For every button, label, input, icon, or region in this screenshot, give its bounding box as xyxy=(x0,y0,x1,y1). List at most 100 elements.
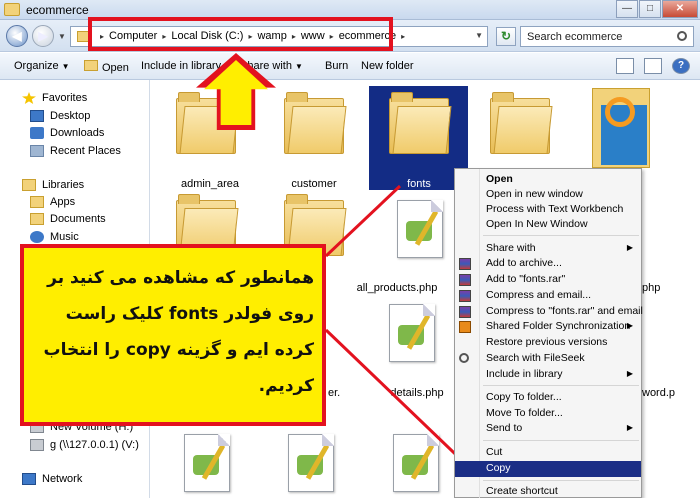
star-icon xyxy=(22,92,36,104)
folder-item[interactable] xyxy=(476,86,572,166)
nav-network-label: Network xyxy=(42,473,83,485)
menu-send-to[interactable]: Send to ▶ xyxy=(455,421,641,437)
folder-icon xyxy=(84,60,98,71)
menu-label: Move To folder... xyxy=(486,407,563,419)
nav-favorites-label: Favorites xyxy=(42,92,88,104)
folder-fonts[interactable]: fonts xyxy=(371,86,467,194)
nav-apps[interactable]: Apps xyxy=(30,196,75,208)
nav-network-drive[interactable]: g (\\127.0.0.1) (V:) xyxy=(30,439,139,451)
menu-search-fileseek[interactable]: Search with FileSeek xyxy=(455,351,641,367)
menu-separator xyxy=(483,235,639,236)
window-title: ecommerce xyxy=(26,3,89,17)
folder-icon xyxy=(284,90,347,154)
folder-label: customer xyxy=(291,178,337,190)
nav-documents[interactable]: Documents xyxy=(30,213,106,225)
search-icon[interactable] xyxy=(677,31,687,41)
menu-add-to-archive[interactable]: Add to archive... xyxy=(455,256,641,272)
burn-button[interactable]: Burn xyxy=(325,60,348,72)
folder-label: admin_area xyxy=(180,178,240,190)
file-partial[interactable]: php xyxy=(642,270,672,294)
menu-label: Search with FileSeek xyxy=(486,352,585,364)
menu-label: Copy To folder... xyxy=(486,391,562,403)
nav-music[interactable]: Music xyxy=(30,231,79,243)
minimize-button[interactable]: — xyxy=(616,0,638,18)
nav-apps-label: Apps xyxy=(50,196,76,208)
organize-button[interactable]: Organize ▼ xyxy=(14,60,70,72)
menu-open-new-window[interactable]: Open in new window xyxy=(455,187,641,203)
chevron-right-icon[interactable]: ▸ xyxy=(401,32,405,41)
open-button[interactable]: Open xyxy=(84,60,129,74)
nav-favorites[interactable]: Favorites xyxy=(22,92,87,104)
folder-customer[interactable]: customer xyxy=(266,86,362,194)
menu-open[interactable]: Open xyxy=(455,172,641,188)
nav-network[interactable]: Network xyxy=(22,473,82,485)
menu-label: Share with xyxy=(486,242,536,254)
file-all-products[interactable]: all_products.php xyxy=(357,196,467,296)
callout-text: همانطور که مشاهده می کنید بر روی فولدر f… xyxy=(43,268,314,396)
view-controls: ? xyxy=(606,58,690,74)
nav-downloads-label: Downloads xyxy=(50,127,105,139)
network-icon xyxy=(22,473,36,485)
new-folder-button[interactable]: New folder xyxy=(361,60,414,72)
menu-include-in-library[interactable]: Include in library ▶ xyxy=(455,367,641,383)
menu-label: Shared Folder Synchronization xyxy=(486,320,631,332)
php-file-icon xyxy=(184,434,230,492)
menu-copy-to-folder[interactable]: Copy To folder... xyxy=(455,390,641,406)
menu-separator xyxy=(483,440,639,441)
php-file[interactable] xyxy=(371,428,467,498)
help-icon[interactable]: ? xyxy=(672,58,690,74)
menu-compress-email[interactable]: Compress and email... xyxy=(455,288,641,304)
menu-share-with[interactable]: Share with ▶ xyxy=(455,241,641,257)
file-label: er. xyxy=(328,387,341,399)
app-folder-icon[interactable] xyxy=(592,88,650,168)
preview-pane-icon[interactable] xyxy=(644,58,662,74)
folder-item[interactable] xyxy=(266,192,362,256)
menu-add-to-fonts-rar[interactable]: Add to "fonts.rar" xyxy=(455,272,641,288)
nav-libraries[interactable]: Libraries xyxy=(22,179,84,191)
forward-button[interactable]: ▶ xyxy=(32,25,54,47)
include-in-library-label: Include in library xyxy=(141,60,222,72)
menu-compress-fonts-email[interactable]: Compress to "fonts.rar" and email xyxy=(455,304,643,320)
window-controls: — □ ✕ xyxy=(615,0,698,18)
address-dropdown[interactable]: ▼ xyxy=(475,31,483,40)
nav-libraries-label: Libraries xyxy=(42,179,85,191)
php-file[interactable] xyxy=(266,428,362,498)
address-highlight-box xyxy=(88,17,393,51)
winrar-icon xyxy=(459,290,471,302)
refresh-button[interactable]: ↻ xyxy=(496,27,516,46)
submenu-arrow-icon: ▶ xyxy=(626,243,633,252)
menu-text-workbench[interactable]: Process with Text Workbench xyxy=(455,202,641,218)
folder-item[interactable] xyxy=(162,192,258,256)
php-file[interactable] xyxy=(162,428,258,498)
file-details[interactable]: details.php xyxy=(371,300,467,400)
file-label: details.php xyxy=(390,387,444,399)
php-file-icon xyxy=(288,434,334,492)
music-icon xyxy=(30,231,44,243)
menu-create-shortcut[interactable]: Create shortcut xyxy=(455,484,641,498)
menu-shared-folder-sync[interactable]: Shared Folder Synchronization ▶ xyxy=(455,319,641,335)
search-input[interactable]: Search ecommerce xyxy=(520,26,694,47)
php-file-icon xyxy=(389,304,435,362)
file-label: all_products.php xyxy=(356,282,438,294)
libraries-icon xyxy=(22,179,36,191)
file-partial[interactable]: er. xyxy=(326,378,356,399)
view-options-icon[interactable] xyxy=(616,58,634,74)
folder-icon xyxy=(4,3,20,16)
nav-downloads[interactable]: Downloads xyxy=(30,127,104,139)
file-partial[interactable]: word.p xyxy=(642,380,700,400)
nav-desktop[interactable]: Desktop xyxy=(30,110,90,122)
menu-open-in-new-window[interactable]: Open In New Window xyxy=(455,217,641,233)
nav-recent-places[interactable]: Recent Places xyxy=(30,145,121,157)
maximize-button[interactable]: □ xyxy=(639,0,661,18)
menu-label: Restore previous versions xyxy=(486,336,608,348)
recent-pages-dropdown[interactable]: ▼ xyxy=(58,32,66,41)
back-button[interactable]: ◀ xyxy=(6,25,28,47)
php-file-icon xyxy=(393,434,439,492)
menu-restore-versions[interactable]: Restore previous versions xyxy=(455,335,641,351)
menu-copy[interactable]: Copy xyxy=(455,461,641,477)
menu-separator xyxy=(483,480,639,481)
close-button[interactable]: ✕ xyxy=(662,0,698,18)
menu-cut[interactable]: Cut xyxy=(455,445,641,461)
menu-move-to-folder[interactable]: Move To folder... xyxy=(455,406,641,422)
open-label: Open xyxy=(102,62,129,74)
